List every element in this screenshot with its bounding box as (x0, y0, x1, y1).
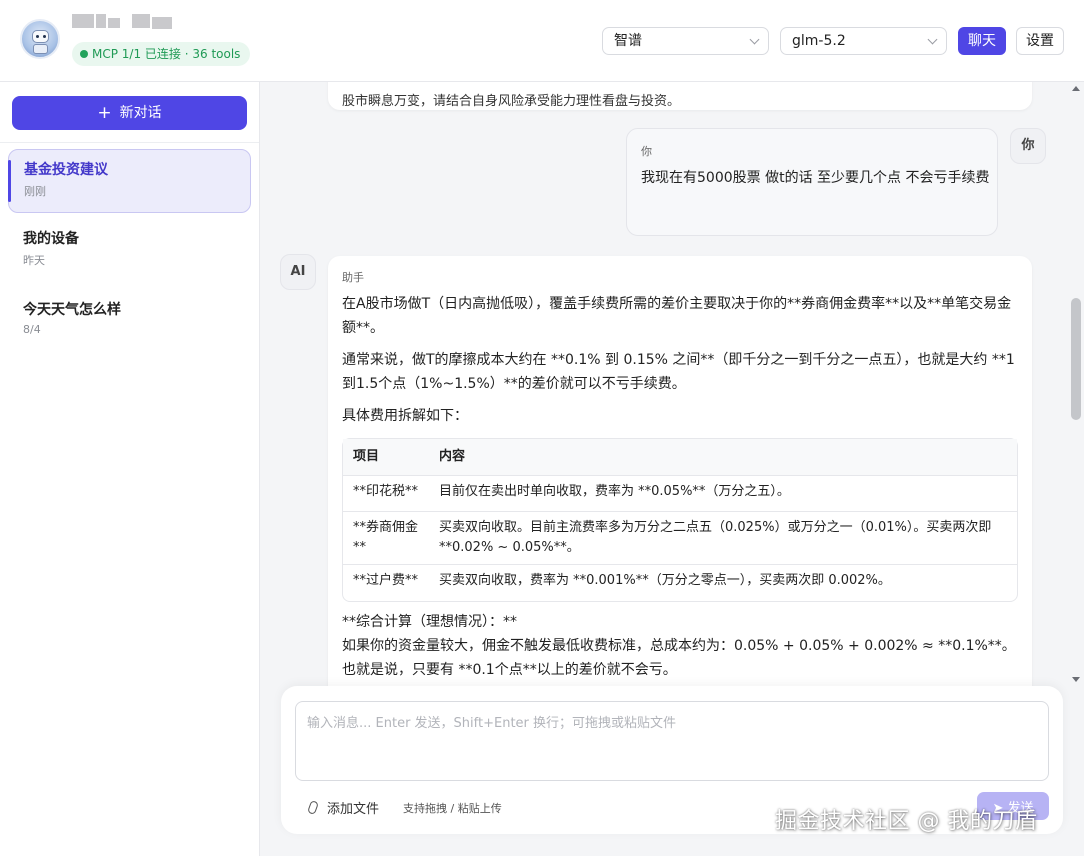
upload-hint: 支持拖拽 / 粘贴上传 (403, 802, 502, 815)
user-message: 你 我现在有5000股票 做t的话 至少要几个点 不会亏手续费 (626, 128, 998, 236)
table-cell: **过户费** (353, 573, 419, 588)
chat-messages: 股市瞬息万变，请结合自身风险承受能力理性看盘与投资。 你 我现在有5000股票 … (260, 82, 1068, 686)
conversation-time: 刚刚 (24, 185, 46, 198)
new-chat-button[interactable]: + 新对话 (12, 96, 247, 130)
robot-icon (32, 30, 49, 43)
paragraph: 在A股市场做T（日内高抛低吸），覆盖手续费所需的差价主要取决于你的**券商佣金费… (342, 296, 1012, 336)
scroll-down-icon[interactable] (1072, 677, 1080, 682)
settings-button[interactable]: 设置 (1016, 27, 1064, 55)
scroll-thumb[interactable] (1071, 298, 1081, 420)
add-file-button[interactable]: 添加文件 (307, 798, 380, 817)
assistant-message-previous: 股市瞬息万变，请结合自身风险承受能力理性看盘与投资。 (328, 82, 1032, 110)
fee-table: 项目 内容 **印花税** 目前仅在卖出时单向收取，费率为 **0.05%**（… (342, 438, 1018, 602)
table-row: **过户费** 买卖双向收取，费率为 **0.001%**（万分之零点一），买卖… (343, 565, 1017, 601)
chat-button[interactable]: 聊天 (958, 27, 1006, 55)
conversation-title: 今天天气怎么样 (23, 302, 121, 318)
conversation-time: 8/4 (23, 323, 41, 336)
table-cell: 买卖双向收取，费率为 **0.001%**（万分之零点一），买卖两次即 0.00… (439, 573, 891, 588)
table-cell: 买卖双向收取。目前主流费率多为万分之二点五（0.025%）或万分之一（0.01%… (429, 512, 1017, 565)
message-text: 我现在有5000股票 做t的话 至少要几个点 不会亏手续费 (641, 170, 990, 186)
message-body: 在A股市场做T（日内高抛低吸），覆盖手续费所需的差价主要取决于你的**券商佣金费… (342, 292, 1018, 682)
chevron-down-icon (927, 34, 938, 45)
scroll-up-icon[interactable] (1072, 86, 1080, 91)
sidebar: + 新对话 基金投资建议 刚刚 我的设备 昨天 今天天气怎么样 8/4 (0, 82, 260, 856)
watermark: 掘金技术社区 @ 我的刀盾 (775, 809, 1038, 834)
mcp-status-text: MCP 1/1 已连接 · 36 tools (92, 47, 241, 61)
table-cell: **券商佣金** (343, 512, 429, 565)
conversation-title: 基金投资建议 (24, 162, 108, 178)
sidebar-divider (0, 142, 259, 143)
top-header: MCP 1/1 已连接 · 36 tools 智谱 glm-5.2 聊天 设置 (0, 0, 1084, 82)
assistant-avatar: AI (280, 254, 316, 290)
table-header-row: 项目 内容 (343, 439, 1017, 476)
table-header: 项目 (343, 439, 429, 476)
provider-select[interactable]: 智谱 (602, 27, 769, 55)
table-cell: 目前仅在卖出时单向收取，费率为 **0.05%**（万分之五）。 (429, 476, 1017, 512)
conversation-item[interactable]: 今天天气怎么样 8/4 (8, 290, 251, 354)
message-input[interactable] (295, 701, 1049, 781)
paragraph: 具体费用拆解如下： (342, 408, 468, 424)
paperclip-icon (307, 800, 319, 815)
table-header: 内容 (429, 439, 1017, 476)
table-cell: **印花税** (343, 476, 429, 512)
chat-scrollbar[interactable] (1068, 82, 1084, 686)
conversation-time: 昨天 (23, 254, 45, 267)
new-chat-label: 新对话 (119, 105, 162, 121)
app-avatar (20, 19, 60, 59)
status-dot-icon (80, 50, 88, 58)
assistant-message: 助手 在A股市场做T（日内高抛低吸），覆盖手续费所需的差价主要取决于你的**券商… (328, 256, 1032, 686)
chevron-down-icon (749, 34, 760, 45)
mcp-status-badge: MCP 1/1 已连接 · 36 tools (72, 42, 251, 66)
conversation-title: 我的设备 (23, 231, 79, 247)
role-label: 助手 (342, 271, 364, 284)
conversation-item-active[interactable]: 基金投资建议 刚刚 (8, 149, 251, 213)
plus-icon: + (97, 103, 112, 123)
add-file-label: 添加文件 (327, 802, 380, 817)
table-row: **券商佣金** 买卖双向收取。目前主流费率多为万分之二点五（0.025%）或万… (343, 512, 1017, 565)
paragraph-title: **综合计算（理想情况）：** (342, 614, 517, 630)
user-avatar: 你 (1010, 128, 1046, 164)
message-text: 股市瞬息万变，请结合自身风险承受能力理性看盘与投资。 (342, 94, 681, 109)
provider-value: 智谱 (614, 33, 642, 49)
conversation-item[interactable]: 我的设备 昨天 (8, 219, 251, 283)
role-label: 你 (641, 145, 652, 158)
model-value: glm-5.2 (792, 33, 846, 49)
blurred-app-name (72, 14, 184, 30)
table-row: **印花税** 目前仅在卖出时单向收取，费率为 **0.05%**（万分之五）。 (343, 476, 1017, 512)
model-select[interactable]: glm-5.2 (780, 27, 947, 55)
paragraph: 通常来说，做T的摩擦成本大约在 **0.1% 到 0.15% 之间**（即千分之… (342, 352, 1015, 392)
paragraph: 如果你的资金量较大，佣金不触发最低收费标准，总成本约为：0.05% + 0.05… (342, 638, 1016, 678)
